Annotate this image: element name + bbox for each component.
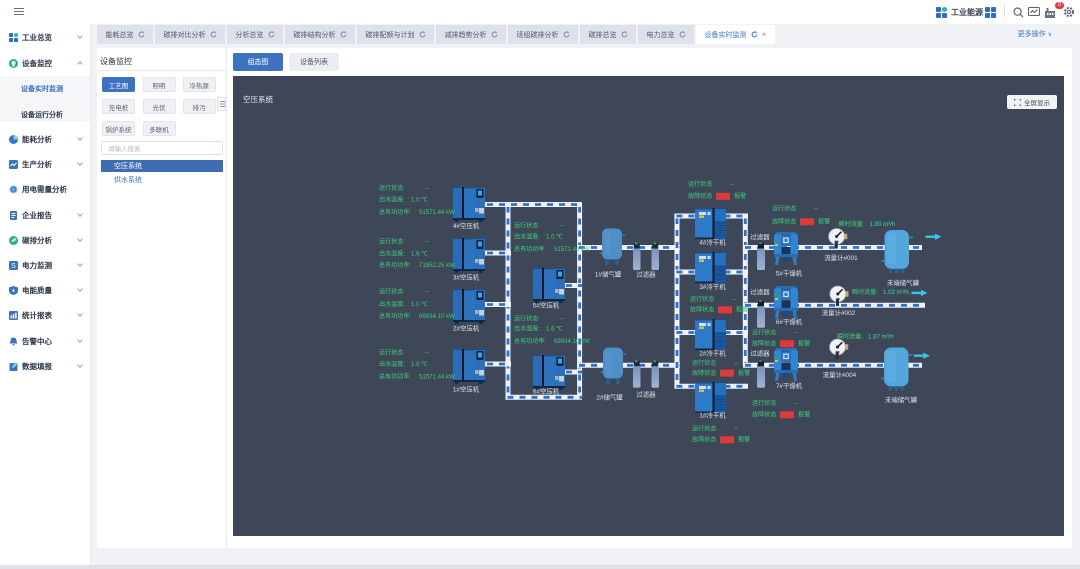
svg-text:--: -- — [425, 350, 429, 357]
svg-text:e: e — [12, 188, 15, 194]
svg-text:S: S — [11, 263, 16, 270]
svg-text:报警: 报警 — [798, 411, 810, 419]
svg-text:运行状态: 运行状态 — [514, 222, 538, 230]
svg-text:4#冷干机: 4#冷干机 — [699, 238, 726, 247]
svg-text:总有功功率:: 总有功功率: — [514, 245, 546, 253]
svg-text:运行状态: 运行状态 — [379, 184, 403, 192]
svg-text:--: -- — [425, 239, 429, 246]
svg-text:流量计#004: 流量计#004 — [823, 370, 857, 379]
svg-text:运行状态: 运行状态 — [379, 238, 403, 246]
svg-text:--: -- — [734, 426, 738, 433]
svg-text:--: -- — [425, 289, 429, 296]
svg-text:4#空压机: 4#空压机 — [453, 221, 480, 230]
svg-text:瞬时流量:: 瞬时流量: — [852, 288, 878, 296]
svg-text:故障状态: 故障状态 — [692, 436, 716, 444]
svg-text:1.0 ℃: 1.0 ℃ — [546, 234, 563, 241]
svg-text:报警: 报警 — [818, 218, 830, 226]
svg-text:过滤器: 过滤器 — [750, 287, 770, 296]
svg-text:51571.44 kW: 51571.44 kW — [554, 246, 590, 253]
svg-text:2#储气罐: 2#储气罐 — [596, 393, 623, 402]
svg-text:流量计#001: 流量计#001 — [824, 253, 858, 262]
svg-text:69934.10 kW: 69934.10 kW — [419, 313, 455, 320]
svg-text:1#空压机: 1#空压机 — [453, 385, 480, 394]
svg-text:空压系统: 空压系统 — [243, 94, 273, 104]
svg-text:7#干燥机: 7#干燥机 — [776, 381, 803, 390]
svg-text:71852.25 kW: 71852.25 kW — [419, 262, 455, 269]
svg-text:2#空压机: 2#空压机 — [453, 324, 480, 333]
svg-text:故障状态: 故障状态 — [692, 369, 716, 377]
svg-text:5#干燥机: 5#干燥机 — [776, 269, 803, 278]
svg-text:1.6 ℃: 1.6 ℃ — [411, 251, 428, 258]
svg-text:1#冷干机: 1#冷干机 — [699, 411, 726, 420]
svg-text:报警: 报警 — [738, 369, 750, 377]
svg-text:1.87 m³/h: 1.87 m³/h — [868, 334, 894, 341]
svg-text:故障状态: 故障状态 — [772, 218, 796, 226]
svg-text:报警: 报警 — [734, 192, 746, 200]
svg-text:1#储气罐: 1#储气罐 — [595, 270, 622, 279]
svg-text:--: -- — [794, 400, 798, 407]
svg-text:3#冷干机: 3#冷干机 — [699, 282, 726, 291]
svg-text:--: -- — [732, 296, 736, 303]
svg-text:2#冷干机: 2#冷干机 — [699, 349, 726, 358]
svg-text:5#空压机: 5#空压机 — [533, 301, 560, 310]
svg-text:51571.44 kW: 51571.44 kW — [419, 374, 455, 381]
svg-text:出水温度:: 出水温度: — [379, 250, 405, 258]
svg-text:运行状态: 运行状态 — [688, 180, 712, 188]
svg-text:6#干燥机: 6#干燥机 — [776, 317, 803, 326]
svg-text:未端储气罐: 未端储气罐 — [887, 278, 920, 287]
svg-text:瞬时流量:: 瞬时流量: — [837, 333, 863, 341]
svg-text:报警: 报警 — [736, 306, 748, 314]
svg-text:运行状态: 运行状态 — [752, 399, 776, 407]
svg-text:--: -- — [814, 206, 818, 213]
svg-text:--: -- — [734, 360, 738, 367]
svg-text:出水温度:: 出水温度: — [514, 233, 540, 241]
svg-text:运行状态: 运行状态 — [514, 315, 538, 323]
svg-text:瞬时流量:: 瞬时流量: — [839, 220, 865, 228]
svg-text:6#空压机: 6#空压机 — [533, 387, 560, 396]
svg-text:总有功功率:: 总有功功率: — [379, 312, 411, 320]
svg-text:1.6 ℃: 1.6 ℃ — [546, 326, 563, 333]
svg-text:--: -- — [560, 316, 564, 323]
svg-text:--: -- — [794, 330, 798, 337]
svg-text:--: -- — [730, 181, 734, 188]
svg-text:过滤器: 过滤器 — [750, 349, 770, 358]
svg-text:运行状态: 运行状态 — [692, 425, 716, 433]
svg-text:报警: 报警 — [798, 340, 810, 348]
svg-text:运行状态: 运行状态 — [752, 329, 776, 337]
svg-text:出水温度:: 出水温度: — [379, 300, 405, 308]
svg-text:运行状态: 运行状态 — [690, 295, 714, 303]
svg-text:51571.44 kW: 51571.44 kW — [419, 209, 455, 216]
svg-text:3#空压机: 3#空压机 — [453, 273, 480, 282]
svg-text:总有功功率:: 总有功功率: — [379, 261, 411, 269]
svg-text:报警: 报警 — [738, 436, 750, 444]
svg-text:1.02 m³/h: 1.02 m³/h — [883, 289, 909, 296]
svg-text:故障状态: 故障状态 — [752, 340, 776, 348]
svg-text:总有功功率:: 总有功功率: — [514, 337, 546, 345]
svg-text:运行状态: 运行状态 — [692, 359, 716, 367]
svg-text:--: -- — [560, 223, 564, 230]
svg-text:出水温度:: 出水温度: — [379, 196, 405, 204]
svg-text:1.0 ℃: 1.0 ℃ — [411, 197, 428, 204]
svg-text:出水温度:: 出水温度: — [379, 360, 405, 368]
svg-text:1.0 ℃: 1.0 ℃ — [411, 361, 428, 368]
svg-text:过滤器: 过滤器 — [636, 390, 656, 399]
svg-text:1.0 ℃: 1.0 ℃ — [411, 301, 428, 308]
svg-text:故障状态: 故障状态 — [688, 192, 712, 200]
svg-text:总有功功率:: 总有功功率: — [379, 208, 411, 216]
svg-text:故障状态: 故障状态 — [752, 411, 776, 419]
svg-text:过滤器: 过滤器 — [636, 270, 656, 279]
svg-text:流量计#002: 流量计#002 — [822, 308, 856, 317]
svg-text:运行状态: 运行状态 — [379, 288, 403, 296]
svg-text:出水温度:: 出水温度: — [514, 325, 540, 333]
svg-text:故障状态: 故障状态 — [690, 306, 714, 314]
svg-text:1.80 m³/h: 1.80 m³/h — [870, 221, 896, 228]
svg-text:未端储气罐: 未端储气罐 — [885, 395, 918, 404]
svg-text:--: -- — [425, 185, 429, 192]
svg-text:过滤器: 过滤器 — [750, 232, 770, 241]
svg-text:总有功功率:: 总有功功率: — [379, 373, 411, 381]
svg-text:运行状态: 运行状态 — [379, 349, 403, 357]
svg-text:运行状态: 运行状态 — [772, 205, 796, 213]
svg-text:69934.10 kW: 69934.10 kW — [554, 338, 590, 345]
